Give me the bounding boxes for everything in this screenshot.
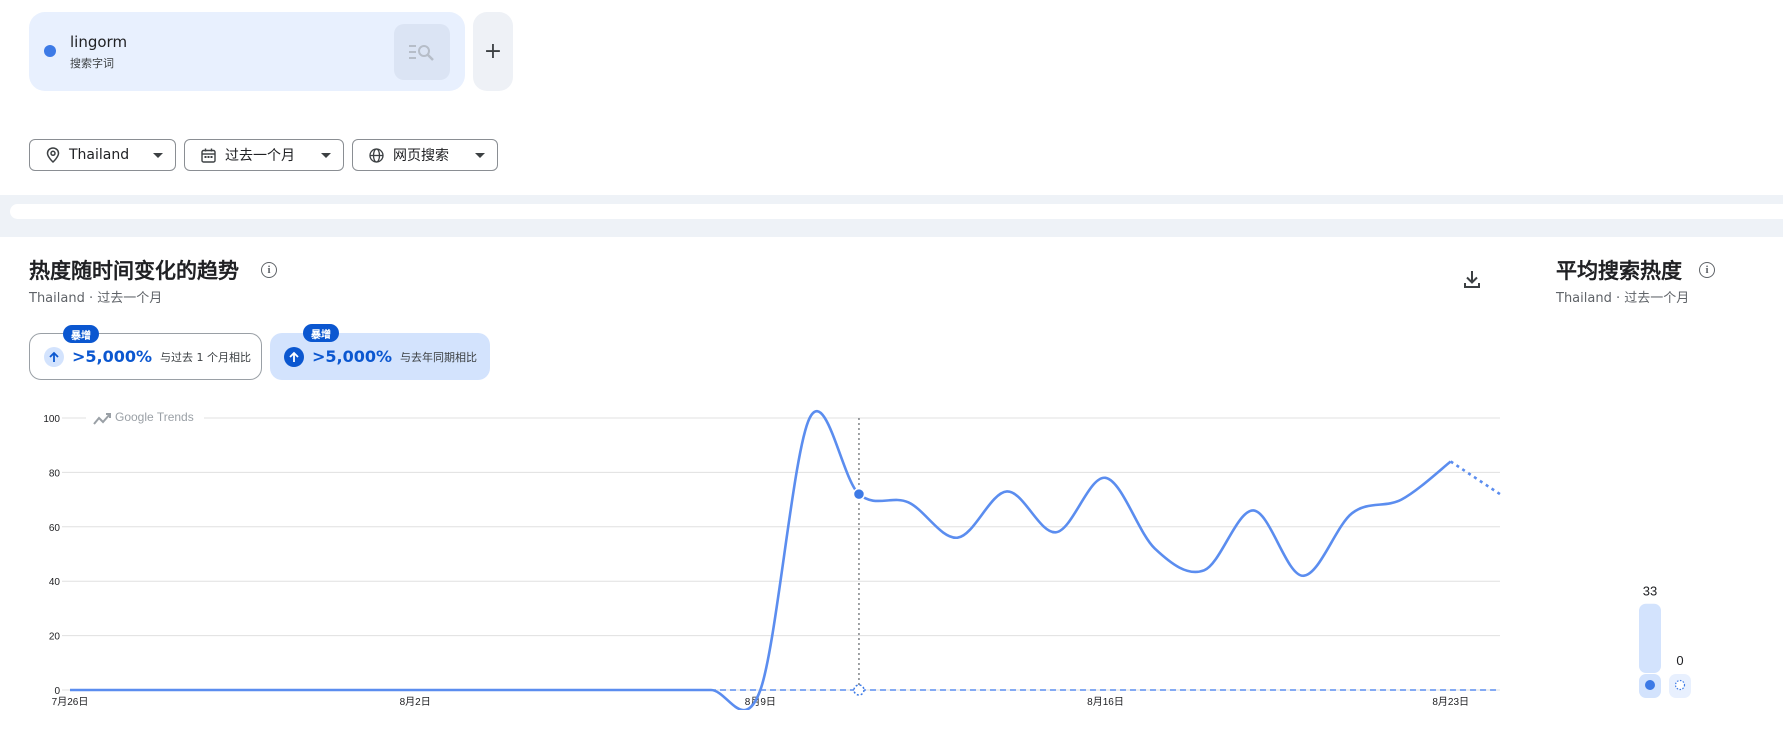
term-type: 搜索字词 [70, 57, 114, 70]
term-color-dot [44, 45, 56, 57]
add-term-button[interactable]: + [473, 12, 513, 91]
y-tick-label: 40 [49, 577, 61, 588]
info-icon[interactable]: i [261, 262, 277, 278]
series-line-partial [1449, 460, 1501, 496]
chip-label: 与去年同期相比 [400, 350, 478, 364]
chevron-down-icon [153, 152, 163, 158]
chip-value: >5,000% [72, 347, 153, 366]
chip-value: >5,000% [312, 347, 393, 366]
trend-section-subtitle: Thailand · 过去一个月 [29, 291, 163, 306]
surge-badge: 暴增 [63, 325, 99, 343]
y-tick-label: 20 [49, 632, 61, 643]
avg-section-title: 平均搜索热度 [1556, 259, 1682, 283]
trend-section-title: 热度随时间变化的趋势 [29, 259, 239, 283]
trend-line-chart[interactable]: 0 20 40 60 80 100 7月26日 8月2日 8月9日 8月16日 8月23日 Goog… [0, 400, 1510, 710]
arrow-up-icon [284, 346, 304, 367]
y-tick-label: 80 [49, 468, 61, 479]
geo-filter-dropdown[interactable]: Thailand [29, 139, 176, 171]
chevron-down-icon [321, 152, 331, 158]
search-term-card[interactable]: lingorm 搜索字词 [29, 12, 465, 91]
chip-label: 与过去 1 个月相比 [160, 350, 252, 364]
info-icon[interactable]: i [1699, 262, 1715, 278]
download-icon[interactable] [1460, 267, 1484, 291]
average-bar [1639, 603, 1661, 673]
property-filter-dropdown[interactable]: 网页搜索 [352, 139, 498, 171]
term-name: lingorm [70, 33, 128, 51]
surge-badge: 暴增 [303, 324, 339, 342]
search-filter-icon[interactable] [394, 24, 450, 80]
time-filter-dropdown[interactable]: 过去一个月 [184, 139, 344, 171]
avg-section-subtitle: Thailand · 过去一个月 [1556, 291, 1690, 306]
series-line [70, 409, 1452, 710]
hover-point[interactable] [852, 487, 866, 501]
x-tick-label: 8月9日 [745, 696, 776, 708]
x-tick-label: 8月2日 [400, 696, 431, 708]
y-tick-label: 0 [54, 686, 60, 697]
calendar-icon [201, 148, 216, 163]
hover-point-dashed[interactable] [853, 684, 865, 696]
chevron-down-icon [475, 152, 485, 158]
time-filter-label: 过去一个月 [225, 148, 295, 164]
y-tick-label: 60 [49, 523, 61, 534]
series-marker-icon [1645, 680, 1655, 690]
google-trends-watermark: Google Trends [86, 410, 204, 428]
plus-icon: + [483, 39, 503, 64]
average-interest-chart: 33 0 [1639, 584, 1691, 698]
watermark-text: Google Trends [115, 410, 194, 424]
series-marker-icon [1674, 679, 1686, 691]
globe-icon [369, 147, 384, 163]
location-pin-icon [46, 147, 60, 163]
x-tick-label: 8月23日 [1432, 696, 1469, 708]
x-tick-label: 8月16日 [1087, 696, 1124, 708]
arrow-up-icon [44, 346, 64, 367]
section-divider-inner [10, 204, 1783, 219]
y-tick-label: 100 [43, 414, 60, 425]
comparison-chip-year[interactable]: 暴增 >5,000% 与去年同期相比 [270, 324, 490, 380]
x-tick-label: 7月26日 [52, 696, 89, 708]
property-filter-label: 网页搜索 [393, 148, 449, 164]
comparison-chip-month[interactable]: 暴增 >5,000% 与过去 1 个月相比 [29, 325, 262, 380]
geo-filter-label: Thailand [69, 147, 130, 163]
bar-value-label: 33 [1643, 584, 1657, 599]
bar-value-label: 0 [1676, 653, 1683, 668]
